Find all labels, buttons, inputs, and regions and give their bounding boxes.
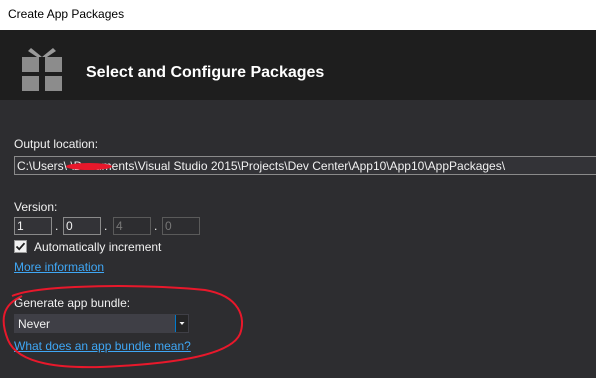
version-separator: . bbox=[55, 219, 59, 233]
version-label: Version: bbox=[14, 200, 58, 214]
app-bundle-help-link[interactable]: What does an app bundle mean? bbox=[14, 339, 191, 353]
bundle-dropdown-value: Never bbox=[18, 317, 51, 331]
generate-bundle-label: Generate app bundle: bbox=[14, 296, 131, 310]
chevron-down-icon[interactable] bbox=[175, 315, 188, 332]
checkmark-icon bbox=[15, 242, 26, 251]
dialog-header: Select and Configure Packages bbox=[0, 30, 596, 100]
more-information-link[interactable]: More information bbox=[14, 260, 104, 274]
version-separator: . bbox=[104, 219, 108, 233]
version-revision-field: 0 bbox=[162, 217, 200, 235]
bundle-dropdown[interactable]: Never bbox=[14, 314, 189, 333]
auto-increment-checkbox[interactable] bbox=[14, 240, 27, 253]
auto-increment-label: Automatically increment bbox=[34, 240, 162, 254]
version-build-field: 4 bbox=[113, 217, 151, 235]
window-title: Create App Packages bbox=[8, 7, 125, 21]
version-separator: . bbox=[154, 219, 158, 233]
output-location-field[interactable]: C:\Users\ \Documents\Visual Studio 2015\… bbox=[14, 156, 596, 175]
window-titlebar: Create App Packages bbox=[0, 0, 596, 30]
page-title: Select and Configure Packages bbox=[86, 64, 325, 81]
package-gift-icon bbox=[22, 48, 62, 91]
redaction-mark bbox=[66, 163, 112, 170]
version-major-field[interactable]: 1 bbox=[14, 217, 52, 235]
output-location-label: Output location: bbox=[14, 137, 99, 151]
version-minor-field[interactable]: 0 bbox=[63, 217, 101, 235]
